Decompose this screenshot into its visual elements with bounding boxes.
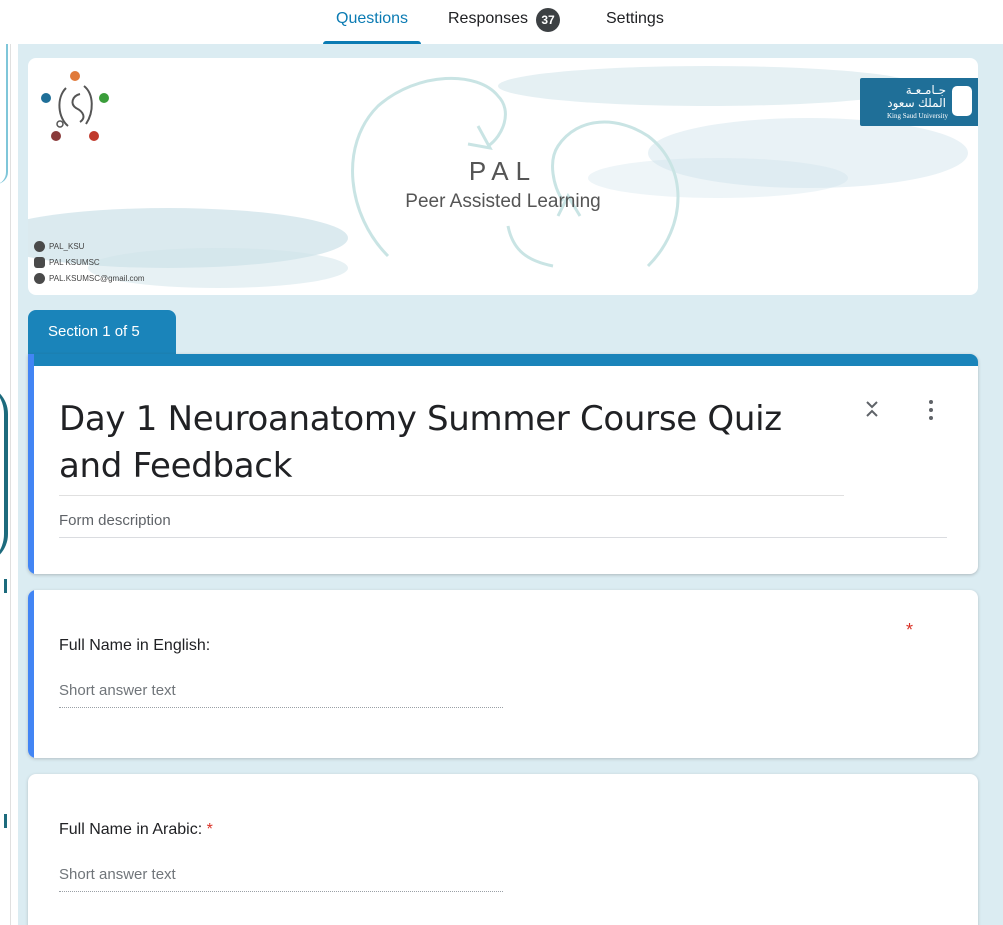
collapse-section-icon[interactable]	[863, 398, 881, 424]
section-indicator: Section 1 of 5	[28, 310, 176, 356]
left-edge-decoration	[0, 44, 18, 925]
answer-underline	[59, 707, 503, 708]
tab-responses[interactable]: Responses 37	[448, 8, 561, 44]
title-underline	[59, 495, 844, 496]
tab-settings[interactable]: Settings	[606, 10, 664, 44]
section-color-strip	[28, 354, 978, 366]
tab-questions-label: Questions	[336, 10, 409, 27]
responses-count-badge: 37	[536, 8, 561, 32]
focus-indicator-bar	[28, 354, 34, 574]
top-tab-bar: Questions Responses 37 Settings	[0, 0, 1003, 44]
question-label: Full Name in Arabic:	[59, 821, 203, 838]
required-asterisk: *	[206, 821, 213, 838]
description-underline	[59, 537, 947, 538]
ksu-english-name: King Saud University	[886, 112, 948, 120]
header-image: PAL Peer Assisted Learning جـامـعـة المل…	[28, 58, 978, 295]
form-title[interactable]: Day 1 Neuroanatomy Summer Course Quiz an…	[59, 396, 844, 490]
answer-underline	[59, 891, 503, 892]
short-answer-placeholder: Short answer text	[59, 866, 176, 883]
social-item: PAL KSUMSC	[34, 254, 145, 270]
question-card[interactable]: Full Name in Arabic: * Short answer text	[28, 774, 978, 925]
youtube-icon	[34, 256, 45, 268]
form-title-card[interactable]: Day 1 Neuroanatomy Summer Course Quiz an…	[28, 354, 978, 574]
twitter-icon	[34, 240, 45, 252]
form-description-input[interactable]: Form description	[59, 512, 171, 529]
ksu-seal-icon	[952, 86, 972, 116]
more-options-icon[interactable]	[922, 398, 940, 424]
social-twitter-text: PAL_KSU	[49, 241, 85, 251]
social-item: PAL.KSUMSC@gmail.com	[34, 270, 145, 286]
tab-questions[interactable]: Questions	[323, 10, 422, 44]
header-subtitle: Peer Assisted Learning	[405, 191, 601, 212]
social-youtube-text: PAL KSUMSC	[49, 257, 100, 267]
social-email-text: PAL.KSUMSC@gmail.com	[49, 273, 145, 283]
question-label-wrapper: Full Name in Arabic: *	[59, 821, 213, 839]
form-canvas: PAL Peer Assisted Learning جـامـعـة المل…	[18, 44, 1003, 925]
ksu-arabic-line2: الملك سعود	[887, 96, 946, 110]
short-answer-placeholder: Short answer text	[59, 682, 176, 699]
focus-indicator-bar	[28, 590, 34, 758]
social-links: PAL_KSU PAL KSUMSC PAL.KSUMSC@gmail.com	[34, 238, 145, 286]
social-item: PAL_KSU	[34, 238, 145, 254]
question-card[interactable]: Full Name in English: * Short answer tex…	[28, 590, 978, 758]
tab-settings-label: Settings	[606, 10, 664, 27]
email-icon	[34, 272, 45, 284]
question-label: Full Name in English:	[59, 637, 211, 654]
header-title: PAL	[468, 156, 538, 186]
pal-logo-icon	[41, 71, 109, 141]
tab-responses-label: Responses	[448, 10, 529, 27]
ksu-logo: جـامـعـة الملك سعود King Saud University	[860, 78, 978, 126]
required-asterisk: *	[906, 620, 914, 640]
